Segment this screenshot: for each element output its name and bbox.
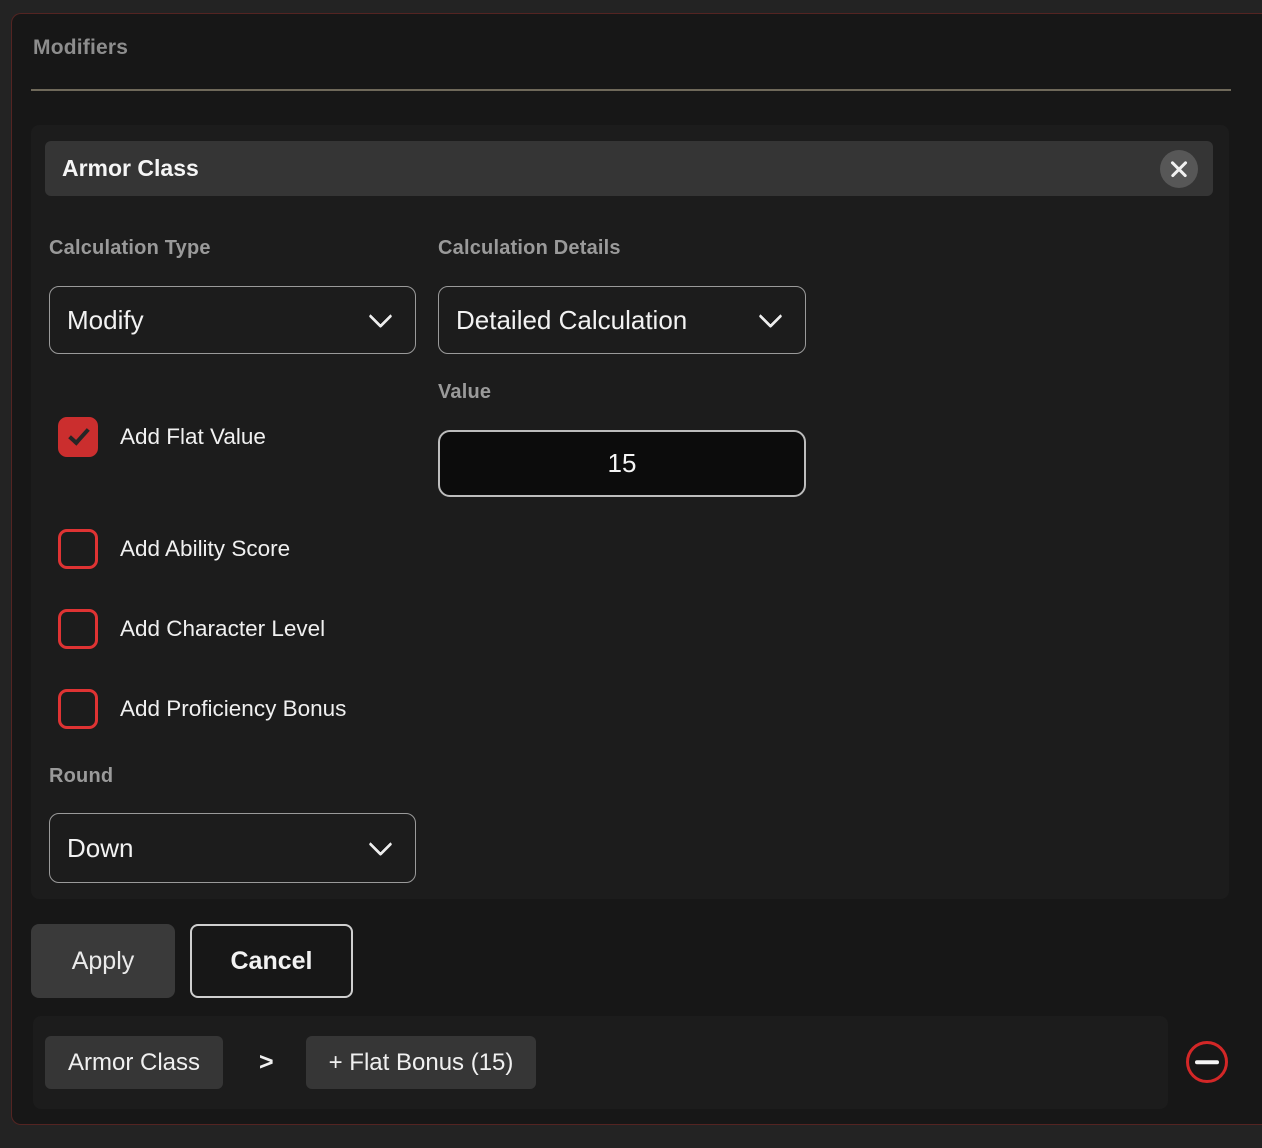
modifier-separator: > bbox=[259, 1048, 274, 1077]
checkbox-label: Add Proficiency Bonus bbox=[120, 696, 346, 722]
round-value: Down bbox=[67, 833, 133, 864]
chevron-down-icon bbox=[758, 304, 782, 328]
checkbox-label: Add Character Level bbox=[120, 616, 325, 642]
cancel-button[interactable]: Cancel bbox=[190, 924, 353, 998]
divider bbox=[31, 89, 1231, 91]
calculation-details-value: Detailed Calculation bbox=[456, 305, 687, 336]
close-icon[interactable] bbox=[1160, 150, 1198, 188]
checkbox-label: Add Ability Score bbox=[120, 536, 290, 562]
add-ability-score-checkbox[interactable] bbox=[58, 529, 98, 569]
checkbox-label: Add Flat Value bbox=[120, 424, 266, 450]
checkbox-row-add-proficiency-bonus: Add Proficiency Bonus bbox=[58, 689, 346, 729]
minus-circle-icon bbox=[1195, 1060, 1219, 1064]
check-icon bbox=[68, 423, 90, 445]
round-label: Round bbox=[49, 765, 113, 788]
modifiers-panel: Modifiers Armor Class Calculation Type C… bbox=[11, 13, 1262, 1125]
modifier-editor: Armor Class Calculation Type Calculation… bbox=[31, 125, 1229, 899]
value-label: Value bbox=[438, 381, 491, 404]
value-input[interactable] bbox=[438, 430, 806, 497]
calculation-details-label: Calculation Details bbox=[438, 237, 621, 260]
apply-button[interactable]: Apply bbox=[31, 924, 175, 998]
calculation-details-select[interactable]: Detailed Calculation bbox=[438, 286, 806, 354]
checkbox-row-add-ability-score: Add Ability Score bbox=[58, 529, 290, 569]
chevron-down-icon bbox=[368, 832, 392, 856]
panel-title: Modifiers bbox=[33, 36, 128, 60]
remove-modifier-button[interactable] bbox=[1186, 1041, 1228, 1083]
checkbox-row-add-character-level: Add Character Level bbox=[58, 609, 325, 649]
checkbox-row-add-flat-value: Add Flat Value bbox=[58, 417, 266, 457]
add-character-level-checkbox[interactable] bbox=[58, 609, 98, 649]
modifier-header-bar: Armor Class bbox=[45, 141, 1213, 196]
modifier-target-title: Armor Class bbox=[62, 155, 199, 182]
calculation-type-value: Modify bbox=[67, 305, 144, 336]
modifier-target-chip[interactable]: Armor Class bbox=[45, 1036, 223, 1089]
modifier-effect-chip[interactable]: + Flat Bonus (15) bbox=[306, 1036, 537, 1089]
chevron-down-icon bbox=[368, 304, 392, 328]
add-proficiency-bonus-checkbox[interactable] bbox=[58, 689, 98, 729]
calculation-type-select[interactable]: Modify bbox=[49, 286, 416, 354]
calculation-type-label: Calculation Type bbox=[49, 237, 211, 260]
round-select[interactable]: Down bbox=[49, 813, 416, 883]
applied-modifier-row: Armor Class > + Flat Bonus (15) bbox=[33, 1016, 1168, 1109]
add-flat-value-checkbox[interactable] bbox=[58, 417, 98, 457]
